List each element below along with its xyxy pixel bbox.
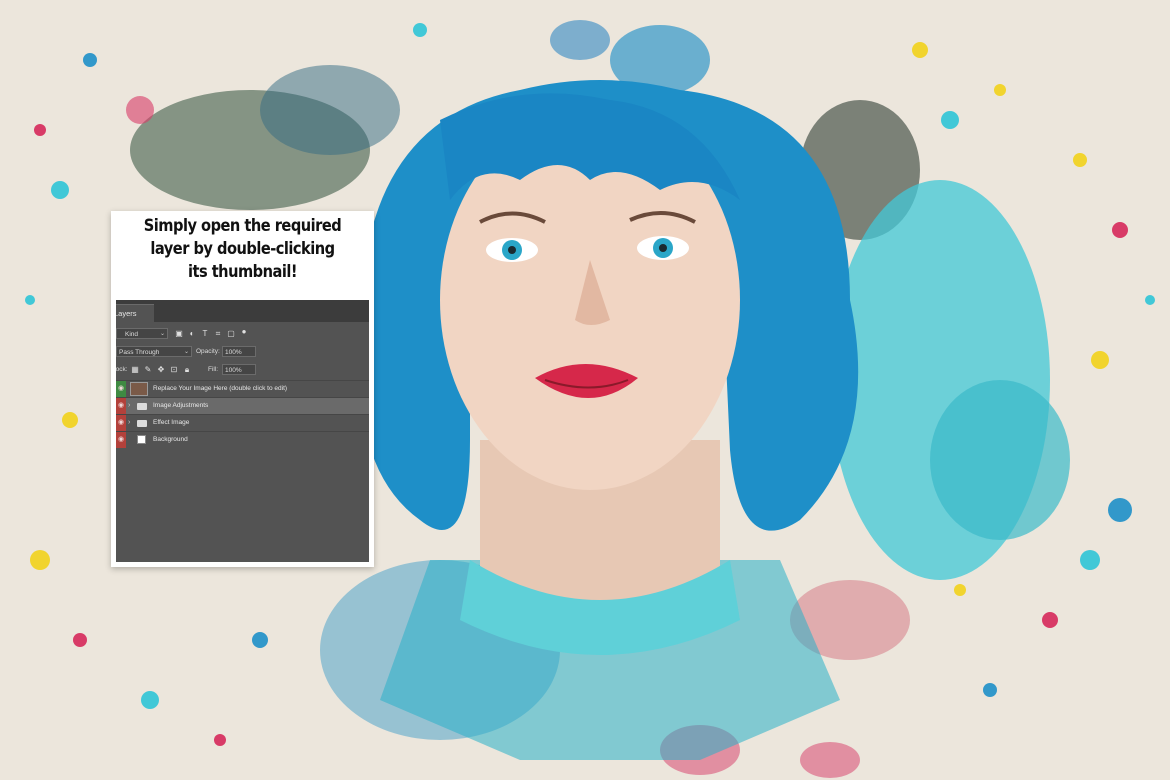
fill-field[interactable]: 100%	[222, 364, 256, 375]
folder-icon	[137, 420, 147, 427]
opacity-label: Opacity:	[196, 348, 220, 355]
instruction-card: Simply open the required layer by double…	[111, 211, 374, 567]
filter-kind-select[interactable]: Kind ⌄	[116, 328, 168, 339]
visibility-eye-icon[interactable]: ◉	[116, 415, 126, 431]
visibility-eye-icon[interactable]: ◉	[116, 398, 126, 414]
opacity-field[interactable]: 100%	[222, 346, 256, 357]
instruction-caption: Simply open the required layer by double…	[129, 215, 355, 284]
blend-row: Pass Through ⌄ Opacity: 100%	[116, 343, 369, 360]
lock-position-icon[interactable]: ✥	[156, 364, 166, 375]
blend-mode-value: Pass Through	[119, 349, 160, 356]
opacity-value: 100%	[225, 349, 242, 356]
caption-line-3: its thumbnail!	[187, 262, 298, 282]
chevron-down-icon: ⌄	[183, 349, 189, 355]
lock-paint-icon[interactable]: ✎	[143, 364, 153, 375]
layer-row-smart-object[interactable]: ◉ Replace Your Image Here (double click …	[116, 380, 369, 397]
chevron-right-icon[interactable]: ›	[128, 415, 130, 431]
layer-row-effect-image[interactable]: ◉ › Effect Image	[116, 414, 369, 431]
lock-label: Lock:	[116, 366, 128, 373]
filter-row: Kind ⌄ ▣ ◐ T ⌗ ▢ ●	[116, 325, 369, 342]
visibility-eye-icon[interactable]: ◉	[116, 432, 126, 448]
lock-artboard-icon[interactable]: ⊡	[169, 364, 179, 375]
shape-filter-icon[interactable]: ⌗	[213, 328, 223, 339]
image-filter-icon[interactable]: ▣	[174, 328, 184, 339]
lock-all-icon[interactable]: 🔒︎	[182, 364, 192, 375]
folder-icon	[137, 403, 147, 410]
filter-toggle-icon[interactable]: ●	[239, 326, 249, 337]
layer-name: Replace Your Image Here (double click to…	[153, 385, 288, 392]
fill-value: 100%	[225, 367, 242, 374]
fill-label: Fill:	[208, 366, 219, 373]
panel-tab-bar: Layers	[116, 300, 369, 323]
lock-row: Lock: ▦ ✎ ✥ ⊡ 🔒︎ Fill: 100%	[116, 361, 369, 378]
chevron-right-icon[interactable]: ›	[128, 398, 130, 414]
layer-name: Image Adjustments	[153, 402, 209, 409]
layer-thumbnail[interactable]	[137, 435, 146, 444]
blend-mode-select[interactable]: Pass Through ⌄	[116, 346, 192, 357]
filter-kind-value: Kind	[125, 331, 139, 338]
visibility-eye-icon[interactable]: ◉	[116, 381, 126, 397]
layer-name: Effect Image	[153, 419, 190, 426]
type-filter-icon[interactable]: T	[200, 328, 210, 339]
layer-row-image-adjustments[interactable]: ◉ › Image Adjustments	[116, 397, 369, 414]
chevron-down-icon: ⌄	[159, 331, 165, 337]
portrait-figure	[358, 80, 859, 760]
layer-row-background[interactable]: ◉ Background	[116, 431, 369, 448]
lock-pixels-icon[interactable]: ▦	[130, 364, 140, 375]
layers-panel: Layers Kind ⌄ ▣ ◐ T ⌗ ▢ ● Pass Through ⌄…	[116, 300, 369, 562]
tab-layers[interactable]: Layers	[116, 304, 154, 323]
smart-object-filter-icon[interactable]: ▢	[226, 328, 236, 339]
caption-line-1: Simply open the required	[143, 216, 342, 236]
caption-line-2: layer by double-clicking	[150, 239, 335, 259]
layer-thumbnail[interactable]	[130, 382, 148, 396]
layer-name: Background	[153, 436, 188, 443]
adjustment-filter-icon[interactable]: ◐	[187, 328, 197, 339]
